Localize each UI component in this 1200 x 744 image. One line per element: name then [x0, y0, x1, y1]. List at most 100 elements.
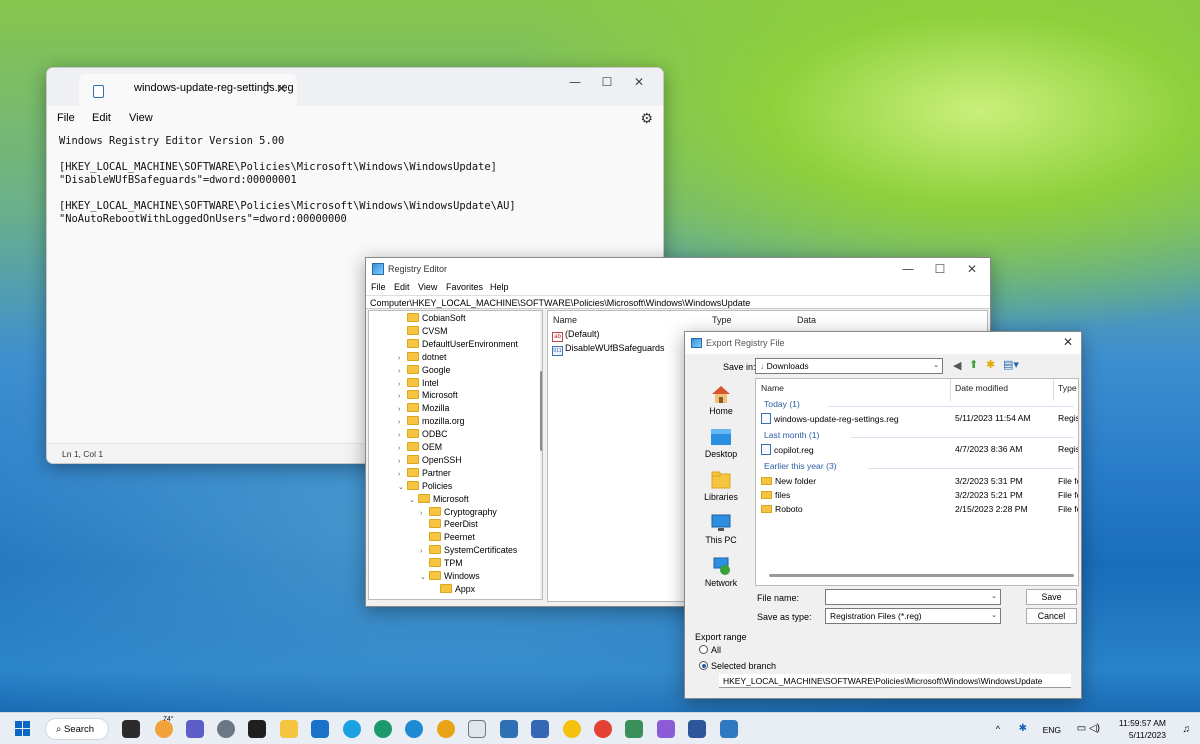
tree-node[interactable]: CVSM: [398, 326, 447, 339]
task-view-icon[interactable]: [122, 720, 140, 738]
file-explorer-icon[interactable]: [280, 720, 298, 738]
word-icon[interactable]: [688, 720, 706, 738]
clock-time[interactable]: 11:59:57 AM: [1119, 718, 1166, 728]
edge-canary-icon[interactable]: [437, 720, 455, 738]
chrome-icon[interactable]: [594, 720, 612, 738]
all-radio[interactable]: All: [699, 645, 721, 655]
expander-icon[interactable]: ›: [398, 381, 407, 388]
taskbar-search[interactable]: ⌕ Search: [45, 718, 109, 740]
expander-icon[interactable]: ›: [398, 419, 407, 426]
value-row[interactable]: 011DisableWUfBSafeguards: [552, 343, 665, 356]
tree-scrollbar-thumb[interactable]: [540, 371, 543, 451]
place-home[interactable]: Home: [697, 384, 745, 416]
gear-icon[interactable]: ⚙: [640, 110, 653, 127]
column-data[interactable]: Data: [797, 315, 816, 325]
new-tab-button[interactable]: +: [263, 78, 272, 96]
bluetooth-icon[interactable]: ✱: [1019, 723, 1027, 734]
tree-node[interactable]: ›Partner: [398, 468, 451, 481]
value-row[interactable]: ab(Default): [552, 329, 600, 342]
view-menu-icon[interactable]: ▤▾: [1003, 358, 1019, 371]
column-type[interactable]: Type: [712, 315, 732, 325]
cancel-button[interactable]: Cancel: [1026, 608, 1077, 624]
file-list-scrollbar[interactable]: [769, 574, 1074, 577]
expander-icon[interactable]: ›: [420, 510, 429, 517]
up-folder-icon[interactable]: ⬆: [969, 358, 978, 371]
close-icon[interactable]: ✕: [623, 70, 655, 94]
photos-icon[interactable]: [625, 720, 643, 738]
teams-chat-icon[interactable]: [186, 720, 204, 738]
maximize-icon[interactable]: ☐: [591, 70, 623, 94]
file-row[interactable]: copilot.reg 4/7/2023 8:36 AM Regis: [761, 444, 1079, 455]
terminal-icon[interactable]: [248, 720, 266, 738]
tree-node[interactable]: DefaultUserEnvironment: [398, 339, 518, 352]
selected-branch-input[interactable]: HKEY_LOCAL_MACHINE\SOFTWARE\Policies\Mic…: [719, 674, 1071, 688]
chevron-up-icon[interactable]: ^: [996, 724, 1000, 734]
selected-branch-radio[interactable]: Selected branch: [699, 661, 776, 671]
settings-icon[interactable]: [217, 720, 235, 738]
store-icon[interactable]: [531, 720, 549, 738]
column-name[interactable]: Name: [553, 315, 577, 325]
tree-node[interactable]: PeerDist: [420, 519, 478, 532]
edge-beta-icon[interactable]: [374, 720, 392, 738]
tree-node[interactable]: TPM: [420, 558, 463, 571]
clock-date[interactable]: 5/11/2023: [1129, 730, 1166, 740]
group-header[interactable]: Today (1): [764, 399, 800, 409]
tree-scrollbar[interactable]: [540, 311, 543, 599]
group-header[interactable]: Last month (1): [764, 430, 819, 440]
expander-icon[interactable]: ⌄: [398, 483, 407, 491]
menu-favorites[interactable]: Favorites: [446, 282, 483, 292]
tree-node[interactable]: ›Cryptography: [420, 507, 497, 520]
column-name[interactable]: Name: [761, 383, 784, 393]
expander-icon[interactable]: ⌄: [420, 573, 429, 581]
column-date-modified[interactable]: Date modified: [955, 383, 1008, 393]
expander-icon[interactable]: ›: [398, 471, 407, 478]
close-tab-icon[interactable]: ✕: [276, 81, 287, 97]
tree-node[interactable]: ›SystemCertificates: [420, 545, 517, 558]
expander-icon[interactable]: ›: [398, 432, 407, 439]
place-desktop[interactable]: Desktop: [697, 427, 745, 459]
expander-icon[interactable]: ›: [398, 445, 407, 452]
close-icon[interactable]: ✕: [956, 257, 988, 281]
notepad-taskbar-icon[interactable]: [500, 720, 518, 738]
tree-node[interactable]: ›ODBC: [398, 429, 447, 442]
tree-node[interactable]: ›Google: [398, 365, 450, 378]
expander-icon[interactable]: ›: [398, 393, 407, 400]
menu-view[interactable]: View: [418, 282, 437, 292]
tree-node[interactable]: CobianSoft: [398, 313, 466, 326]
tree-node[interactable]: ›dotnet: [398, 352, 446, 365]
regedit-taskbar-icon[interactable]: [720, 720, 738, 738]
edge-dev-icon[interactable]: [405, 720, 423, 738]
menu-file[interactable]: File: [371, 282, 386, 292]
network-volume-icon[interactable]: ▭ ◁): [1077, 723, 1100, 734]
menu-view[interactable]: View: [129, 112, 153, 124]
outlook-icon[interactable]: [311, 720, 329, 738]
file-row[interactable]: windows-update-reg-settings.reg 5/11/202…: [761, 413, 1079, 424]
new-folder-icon[interactable]: ✱: [986, 358, 995, 371]
group-header[interactable]: Earlier this year (3): [764, 461, 837, 471]
language-indicator[interactable]: ENG: [1043, 725, 1061, 735]
tree-node[interactable]: ›OEM: [398, 442, 442, 455]
save-as-type-dropdown[interactable]: Registration Files (*.reg) ⌄: [825, 608, 1001, 624]
tree-node[interactable]: ⌄Microsoft: [409, 494, 469, 507]
tree-node[interactable]: ›OpenSSH: [398, 455, 462, 468]
tree-node[interactable]: ›Microsoft: [398, 390, 458, 403]
tree-node[interactable]: ›Mozilla: [398, 403, 449, 416]
file-name-input[interactable]: ⌄: [825, 589, 1001, 605]
file-row[interactable]: New folder 3/2/2023 5:31 PM File fo: [761, 476, 1079, 486]
save-in-dropdown[interactable]: ↓ Downloads ⌄: [755, 358, 943, 374]
place-libraries[interactable]: Libraries: [697, 470, 745, 502]
expander-icon[interactable]: ›: [420, 548, 429, 555]
notification-bell-icon[interactable]: ♫: [1183, 724, 1191, 735]
save-button[interactable]: Save: [1026, 589, 1077, 605]
tree-node[interactable]: Peernet: [420, 532, 475, 545]
maximize-icon[interactable]: ☐: [924, 257, 956, 281]
expander-icon[interactable]: ⌄: [409, 496, 418, 504]
expander-icon[interactable]: ›: [398, 406, 407, 413]
menu-edit[interactable]: Edit: [394, 282, 410, 292]
snipping-tool-icon[interactable]: [468, 720, 486, 738]
address-bar[interactable]: Computer\HKEY_LOCAL_MACHINE\SOFTWARE\Pol…: [366, 295, 990, 309]
chrome-canary-icon[interactable]: [563, 720, 581, 738]
file-row[interactable]: Roboto 2/15/2023 2:28 PM File fo: [761, 504, 1079, 514]
tree-node[interactable]: ⌄Windows: [420, 571, 480, 584]
menu-file[interactable]: File: [57, 112, 75, 124]
